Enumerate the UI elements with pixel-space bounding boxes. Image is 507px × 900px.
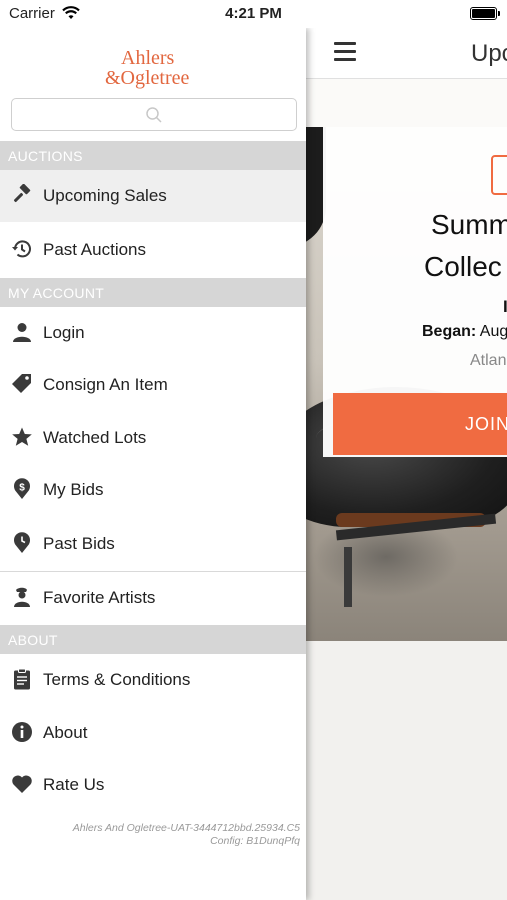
history-icon <box>12 240 31 258</box>
menu-item-my-bids[interactable]: $ My Bids <box>0 464 306 516</box>
sale-subtitle: I <box>503 297 507 316</box>
sale-badge <box>491 155 507 195</box>
section-my-account: MY ACCOUNT <box>0 278 306 307</box>
menu-item-label: Past Bids <box>43 534 115 553</box>
menu-item-past-auctions[interactable]: Past Auctions <box>0 224 306 276</box>
clipboard-icon <box>14 668 30 690</box>
menu-item-label: Login <box>43 323 85 342</box>
section-auctions: AUCTIONS <box>0 141 306 170</box>
main-content: Upc Summ Collec I Began: Aug Atlan JOIN <box>306 28 507 900</box>
section-about: ABOUT <box>0 625 306 654</box>
tag-icon <box>12 374 31 393</box>
user-icon <box>13 323 31 342</box>
search-icon <box>146 107 162 123</box>
side-drawer: Ahlers &Ogletree AUCTIONS Upcoming Sales… <box>0 28 306 900</box>
heart-icon <box>12 775 32 793</box>
menu-item-label: Rate Us <box>43 775 105 794</box>
menu-item-label: Terms & Conditions <box>43 670 191 689</box>
status-bar: Carrier 4:21 PM <box>0 0 507 28</box>
menu-item-past-bids[interactable]: Past Bids <box>0 518 306 570</box>
battery-icon <box>470 7 500 20</box>
status-time: 4:21 PM <box>225 5 282 22</box>
menu-item-watched-lots[interactable]: Watched Lots <box>0 412 306 464</box>
artist-icon <box>14 587 30 607</box>
menu-item-about[interactable]: About <box>0 707 306 759</box>
ahlers-ogletree-logo: Ahlers &Ogletree <box>105 47 190 89</box>
money-pin-icon: $ <box>14 478 30 499</box>
join-button[interactable]: JOIN <box>333 393 507 455</box>
sale-title-line2: Collec <box>424 251 502 282</box>
config-info: Config: B1DunqPfq <box>210 835 300 847</box>
star-icon <box>12 427 32 446</box>
menu-item-terms[interactable]: Terms & Conditions <box>0 654 306 706</box>
menu-item-label: Favorite Artists <box>43 588 156 607</box>
search-input[interactable] <box>11 98 297 131</box>
main-navbar: Upc <box>306 28 507 79</box>
svg-text:Ahlers: Ahlers <box>121 47 175 69</box>
sale-began: Began: Aug <box>422 323 507 340</box>
hamburger-menu-icon[interactable] <box>334 42 356 62</box>
svg-text:$: $ <box>19 483 25 494</box>
menu-item-login[interactable]: Login <box>0 307 306 359</box>
menu-item-favorite-artists[interactable]: Favorite Artists <box>0 572 306 624</box>
version-info: Ahlers And Ogletree-UAT-3444712bbd.25934… <box>72 822 300 834</box>
gavel-icon <box>13 184 31 203</box>
header-strip <box>306 79 507 127</box>
svg-text:&Ogletree: &Ogletree <box>105 67 190 89</box>
menu-item-label: My Bids <box>43 480 104 499</box>
sale-location: Atlan <box>470 352 507 369</box>
menu-item-rate-us[interactable]: Rate Us <box>0 759 306 811</box>
menu-item-label: Upcoming Sales <box>43 186 167 205</box>
sale-card[interactable]: Summ Collec I Began: Aug Atlan JOIN <box>323 127 507 457</box>
page-title: Upc <box>471 40 507 67</box>
menu-item-label: Past Auctions <box>43 240 147 259</box>
sale-title-line1: Summ <box>431 209 507 240</box>
menu-item-label: Watched Lots <box>43 428 147 447</box>
menu-item-label: About <box>43 723 88 742</box>
info-icon <box>12 722 32 742</box>
menu-item-consign[interactable]: Consign An Item <box>0 359 306 411</box>
menu-item-upcoming-sales[interactable]: Upcoming Sales <box>0 170 306 222</box>
clock-pin-icon <box>14 532 30 553</box>
menu-item-label: Consign An Item <box>43 375 168 394</box>
